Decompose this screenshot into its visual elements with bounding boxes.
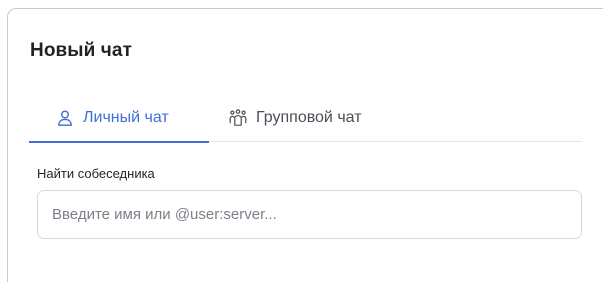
group-icon [229, 108, 247, 126]
dialog-title: Новый чат [30, 40, 132, 61]
tab-personal-chat-label: Личный чат [83, 108, 169, 126]
chat-type-tabs: Личный чат Групповой чат [29, 93, 582, 143]
user-icon [58, 110, 72, 126]
tab-group-chat-label: Групповой чат [256, 108, 362, 126]
tab-personal-chat[interactable]: Личный чат [29, 93, 209, 143]
search-field-label: Найти собеседника [37, 166, 155, 181]
screen: Новый чат Личный чат Групповой чат Найти… [0, 0, 603, 282]
active-tab-indicator [29, 141, 209, 143]
contact-search-input[interactable] [37, 190, 582, 239]
tab-group-chat[interactable]: Групповой чат [227, 93, 397, 142]
